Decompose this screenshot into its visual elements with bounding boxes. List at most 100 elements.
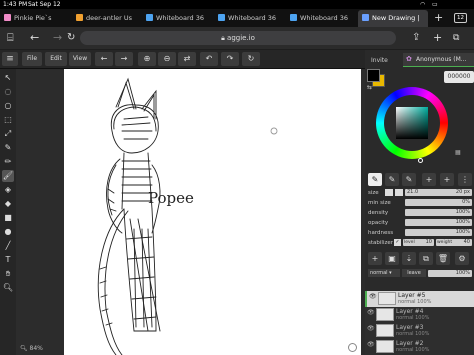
- forward-icon[interactable]: →: [53, 30, 62, 46]
- density-label: density: [368, 210, 389, 216]
- tab-4[interactable]: Whiteboard 36: [214, 10, 284, 27]
- delete-layer-icon[interactable]: 🗑︎: [436, 252, 450, 265]
- hand-tool-icon[interactable]: ✋︎: [2, 268, 14, 280]
- ellipse-select-icon[interactable]: ○: [2, 100, 14, 112]
- hue-handle[interactable]: [418, 158, 423, 163]
- tab-2[interactable]: deer-antler Us: [72, 10, 140, 27]
- blend-mode-select[interactable]: normal ▾: [368, 269, 400, 277]
- zoom-tool-icon[interactable]: 🔍︎: [2, 282, 14, 294]
- url-field[interactable]: 🔒︎ aggie.io: [80, 31, 396, 45]
- transform-tool-icon[interactable]: ⤢: [2, 128, 14, 140]
- zoom-in-icon[interactable]: ⊕: [138, 52, 156, 66]
- eye-icon[interactable]: 👁︎: [367, 341, 375, 348]
- saturation-square[interactable]: [396, 107, 428, 139]
- status-bar: 1:43 PM Sat Sep 12 ◠ ▭: [0, 0, 474, 9]
- circle-shape-icon[interactable]: ●: [2, 226, 14, 238]
- layer-row-active[interactable]: 👁︎ Layer #5 normal 100%: [365, 291, 474, 307]
- eyedropper-icon[interactable]: ✎: [2, 142, 14, 154]
- arrow-left-icon[interactable]: ←: [95, 52, 113, 66]
- brush-icon[interactable]: 🖌︎: [2, 170, 14, 182]
- add-icon[interactable]: +: [433, 30, 442, 46]
- arrow-right-icon[interactable]: →: [115, 52, 133, 66]
- back-icon[interactable]: ←: [30, 30, 39, 46]
- min-size-slider[interactable]: 0%: [405, 199, 472, 206]
- hex-color-input[interactable]: 000000: [444, 71, 474, 83]
- tab-1[interactable]: Pinkie Pie`s: [0, 10, 70, 27]
- brush-preset-3-icon[interactable]: ✎: [402, 173, 416, 186]
- tab-favicon-icon: [146, 14, 153, 21]
- weight-slider[interactable]: weight 40: [436, 239, 472, 246]
- layer-row[interactable]: 👁︎ Layer #3 normal 100%: [365, 323, 474, 339]
- eye-icon[interactable]: 👁︎: [369, 293, 377, 300]
- rotate-icon[interactable]: ↻: [242, 52, 260, 66]
- size-slider[interactable]: 21.0 20 px: [405, 189, 472, 196]
- lock-icon: 🔒︎: [221, 34, 225, 42]
- tab-count-badge[interactable]: 12: [454, 13, 467, 23]
- add-layer-icon[interactable]: +: [368, 252, 382, 265]
- line-tool-icon[interactable]: ╱: [2, 240, 14, 252]
- level-slider[interactable]: level 10: [403, 239, 434, 246]
- tab-6-active[interactable]: New Drawing |: [358, 10, 428, 27]
- new-tab-icon[interactable]: +: [434, 12, 443, 24]
- stabilizer-checkbox[interactable]: ✓: [394, 239, 401, 246]
- palette-icon[interactable]: ▦: [455, 149, 461, 156]
- swap-icon[interactable]: ⇄: [178, 52, 196, 66]
- drawing-canvas[interactable]: Popee: [64, 69, 361, 355]
- brush-preset-2-icon[interactable]: ✎: [385, 173, 399, 186]
- menu-file[interactable]: File: [22, 52, 42, 66]
- eraser-icon[interactable]: ◈: [2, 184, 14, 196]
- battery-icon: ▭: [432, 1, 438, 8]
- square-shape-icon[interactable]: ■: [2, 212, 14, 224]
- redo-icon[interactable]: ↷: [221, 52, 239, 66]
- brush-more-icon[interactable]: ⋮: [458, 173, 472, 186]
- eye-icon[interactable]: 👁︎: [367, 325, 375, 332]
- tab-3[interactable]: Whiteboard 36: [142, 10, 212, 27]
- canvas-scroll-handle[interactable]: [348, 343, 357, 352]
- swap-colors-icon[interactable]: ⇆: [367, 84, 372, 91]
- invite-button[interactable]: Invite: [371, 57, 388, 64]
- menu-view[interactable]: View: [69, 52, 91, 66]
- text-tool-icon[interactable]: T: [2, 254, 14, 266]
- zoom-out-icon[interactable]: ⊖: [158, 52, 176, 66]
- status-time: 1:43 PM: [3, 1, 28, 8]
- lasso-tool-icon[interactable]: ◌: [2, 86, 14, 98]
- primary-color-swatch[interactable]: [367, 69, 380, 82]
- user-name: Anonymous (M...: [416, 56, 467, 63]
- merge-layer-icon[interactable]: ⇣: [402, 252, 416, 265]
- size-lock-checkbox[interactable]: [385, 189, 393, 196]
- bucket-icon[interactable]: ◆: [2, 198, 14, 210]
- hamburger-menu-icon[interactable]: ≡: [2, 52, 18, 66]
- user-badge[interactable]: ✿ Anonymous (M...: [403, 53, 474, 67]
- menu-edit[interactable]: Edit: [45, 52, 67, 66]
- layer-row[interactable]: 👁︎ Layer #2 normal 100%: [365, 339, 474, 355]
- hardness-slider[interactable]: 100%: [405, 229, 472, 236]
- layer-settings-icon[interactable]: ⚙︎: [455, 252, 469, 265]
- tab-favicon-icon: [218, 14, 225, 21]
- reload-icon[interactable]: ↻: [67, 30, 75, 46]
- layer-thumbnail: [376, 340, 394, 353]
- move-tool-icon[interactable]: ↖: [2, 72, 14, 84]
- layer-folder-icon[interactable]: ▣: [385, 252, 399, 265]
- undo-icon[interactable]: ↶: [200, 52, 218, 66]
- layer-row[interactable]: 👁︎ Layer #4 normal 100%: [365, 307, 474, 323]
- pencil-icon[interactable]: ✏: [2, 156, 14, 168]
- sketch-drawing: Popee: [97, 77, 278, 355]
- layer-opacity-slider[interactable]: 100%: [428, 270, 472, 277]
- tab-favicon-icon: [4, 14, 11, 21]
- sidebar-icon[interactable]: ⌸: [7, 30, 14, 46]
- share-icon[interactable]: ⇪: [412, 30, 420, 46]
- duplicate-layer-icon[interactable]: ⧉: [419, 252, 433, 265]
- density-slider[interactable]: 100%: [405, 209, 472, 216]
- add-brush-icon[interactable]: +: [422, 173, 436, 186]
- leave-button[interactable]: leave: [402, 269, 426, 277]
- brush-preset-1-icon[interactable]: ✎: [368, 173, 382, 186]
- tabs-overview-icon[interactable]: ⧉: [453, 30, 459, 46]
- min-size-label: min size: [368, 200, 391, 206]
- tool-sidebar: ↖ ◌ ○ ⬚ ⤢ ✎ ✏ 🖌︎ ◈ ◆ ■ ● ╱ T ✋︎ 🔍︎: [0, 69, 16, 355]
- rect-select-icon[interactable]: ⬚: [2, 114, 14, 126]
- eye-icon[interactable]: 👁︎: [367, 309, 375, 316]
- tab-5[interactable]: Whiteboard 36: [286, 10, 356, 27]
- size-pressure-checkbox[interactable]: [395, 189, 403, 196]
- brush-settings-icon[interactable]: +: [440, 173, 454, 186]
- opacity-slider[interactable]: 100%: [405, 219, 472, 226]
